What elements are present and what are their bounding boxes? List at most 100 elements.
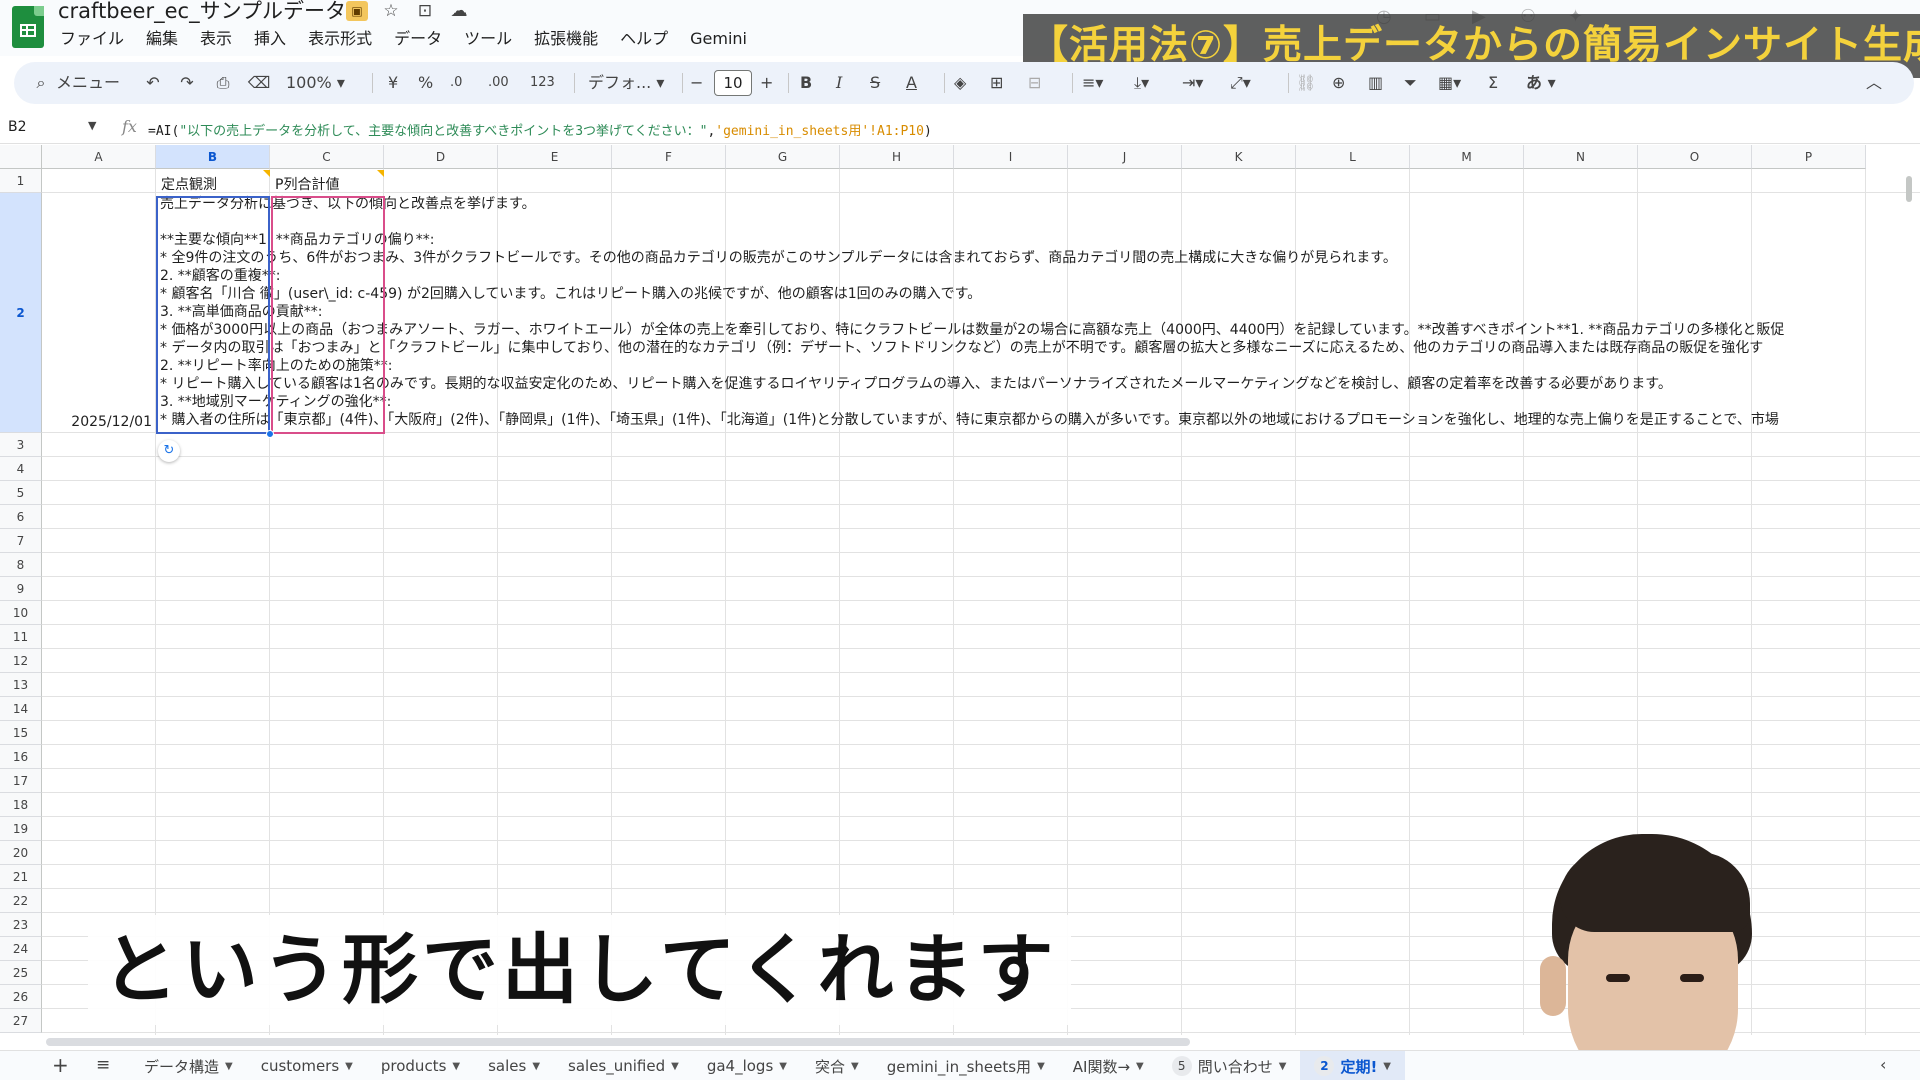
chevron-down-icon[interactable]: ▼: [1279, 1061, 1287, 1072]
sheet-tab[interactable]: 2 定期! ▼: [1300, 1051, 1405, 1080]
row-header-16[interactable]: 16: [0, 745, 42, 769]
filter-icon[interactable]: ⏷: [1404, 62, 1417, 104]
insert-chart-icon[interactable]: ▥: [1368, 62, 1383, 104]
menu-data[interactable]: データ: [383, 28, 453, 50]
column-header-b[interactable]: B: [156, 145, 270, 169]
column-header-g[interactable]: G: [726, 145, 840, 169]
input-tools-button[interactable]: あ ▾: [1526, 62, 1556, 104]
sheet-tab[interactable]: データ構造 ▼: [130, 1051, 247, 1080]
menu-edit[interactable]: 編集: [135, 28, 189, 50]
sheet-tab[interactable]: products ▼: [367, 1051, 474, 1080]
sheet-tab[interactable]: 突合 ▼: [801, 1051, 873, 1080]
chevron-down-icon[interactable]: ▼: [225, 1061, 233, 1072]
fill-handle[interactable]: [266, 430, 274, 438]
column-header-h[interactable]: H: [840, 145, 954, 169]
sheet-tab[interactable]: customers ▼: [247, 1051, 367, 1080]
row-header-20[interactable]: 20: [0, 841, 42, 865]
menu-view[interactable]: 表示: [189, 28, 243, 50]
column-header-j[interactable]: J: [1068, 145, 1182, 169]
vertical-scrollbar[interactable]: [1906, 176, 1912, 202]
row-header-12[interactable]: 12: [0, 649, 42, 673]
sheet-tab[interactable]: gemini_in_sheets用 ▼: [873, 1051, 1059, 1080]
cloud-status-icon[interactable]: ☁: [448, 1, 470, 21]
text-wrap-icon[interactable]: ⇥▾: [1182, 62, 1203, 104]
print-icon[interactable]: ⎙: [208, 62, 238, 104]
text-color-button[interactable]: A: [906, 62, 917, 104]
vertical-align-icon[interactable]: ⤓▾: [1134, 62, 1149, 104]
row-header-10[interactable]: 10: [0, 601, 42, 625]
collapse-toolbar-icon[interactable]: ︿: [1866, 62, 1882, 104]
font-size-increase-icon[interactable]: +: [760, 62, 773, 104]
font-size-input[interactable]: 10: [714, 70, 752, 96]
formula-input[interactable]: =AI("以下の売上データを分析して、主要な傾向と改善すべきポイントを3つ挙げて…: [148, 120, 932, 139]
cell-b1[interactable]: 定点観測: [161, 174, 217, 194]
row-header-15[interactable]: 15: [0, 721, 42, 745]
menu-format[interactable]: 表示形式: [297, 28, 383, 50]
chevron-down-icon[interactable]: ▼: [1037, 1061, 1045, 1072]
row-header-9[interactable]: 9: [0, 577, 42, 601]
menu-search[interactable]: ⌕ メニュー: [26, 62, 121, 104]
all-sheets-icon[interactable]: ≡: [96, 1055, 110, 1075]
insert-comment-icon[interactable]: ⊕: [1332, 62, 1345, 104]
font-size-decrease-icon[interactable]: −: [690, 62, 703, 104]
filter-views-icon[interactable]: ▦▾: [1438, 62, 1461, 104]
menu-insert[interactable]: 挿入: [243, 28, 297, 50]
number-format-button[interactable]: 123: [530, 62, 555, 104]
chevron-down-icon[interactable]: ▼: [452, 1061, 460, 1072]
menu-file[interactable]: ファイル: [60, 28, 135, 50]
row-header-8[interactable]: 8: [0, 553, 42, 577]
column-header-c[interactable]: C: [270, 145, 384, 169]
chevron-down-icon[interactable]: ▼: [779, 1061, 787, 1072]
row-header-11[interactable]: 11: [0, 625, 42, 649]
menu-help[interactable]: ヘルプ: [609, 28, 679, 50]
column-header-k[interactable]: K: [1182, 145, 1296, 169]
menu-extensions[interactable]: 拡張機能: [523, 28, 609, 50]
column-header-i[interactable]: I: [954, 145, 1068, 169]
add-sheet-icon[interactable]: +: [52, 1053, 69, 1077]
row-header-18[interactable]: 18: [0, 793, 42, 817]
horizontal-scrollbar[interactable]: [46, 1038, 1190, 1046]
name-box[interactable]: B2: [8, 119, 27, 135]
move-folder-icon[interactable]: ⊡: [414, 1, 436, 21]
column-header-f[interactable]: F: [612, 145, 726, 169]
functions-icon[interactable]: Σ: [1488, 62, 1498, 104]
menu-gemini[interactable]: Gemini: [679, 28, 758, 50]
chevron-down-icon[interactable]: ▼: [851, 1061, 859, 1072]
column-header-l[interactable]: L: [1296, 145, 1410, 169]
cell-c1[interactable]: P列合計値: [275, 174, 339, 194]
row-header-26[interactable]: 26: [0, 985, 42, 1009]
chevron-down-icon[interactable]: ▼: [532, 1061, 540, 1072]
column-header-p[interactable]: P: [1752, 145, 1866, 169]
row-header-19[interactable]: 19: [0, 817, 42, 841]
chevron-down-icon[interactable]: ▼: [1383, 1061, 1391, 1072]
text-rotation-icon[interactable]: ⤢▾: [1230, 62, 1251, 104]
fill-color-icon[interactable]: ◈: [954, 62, 966, 104]
horizontal-align-icon[interactable]: ≡▾: [1082, 62, 1103, 104]
row-header-24[interactable]: 24: [0, 937, 42, 961]
zoom-select[interactable]: 100% ▾: [286, 62, 345, 104]
sheet-tab[interactable]: ga4_logs ▼: [693, 1051, 801, 1080]
column-header-a[interactable]: A: [42, 145, 156, 169]
document-title[interactable]: craftbeer_ec_サンプルデータ: [58, 0, 346, 22]
row-header-3[interactable]: 3: [0, 433, 42, 457]
row-header-2[interactable]: 2: [0, 193, 42, 433]
increase-decimal-button[interactable]: .00: [488, 62, 509, 104]
column-header-o[interactable]: O: [1638, 145, 1752, 169]
column-header-m[interactable]: M: [1410, 145, 1524, 169]
strikethrough-icon[interactable]: S: [870, 62, 880, 104]
row-header-13[interactable]: 13: [0, 673, 42, 697]
column-header-e[interactable]: E: [498, 145, 612, 169]
borders-icon[interactable]: ⊞: [990, 62, 1003, 104]
paint-format-icon[interactable]: ⌫: [244, 62, 274, 104]
currency-button[interactable]: ¥: [388, 62, 398, 104]
font-select[interactable]: デフォ... ▾: [588, 62, 664, 104]
row-header-4[interactable]: 4: [0, 457, 42, 481]
insert-link-icon[interactable]: ⛓: [1296, 62, 1316, 104]
chevron-down-icon[interactable]: ▼: [345, 1061, 353, 1072]
refresh-icon[interactable]: ↻: [158, 440, 180, 462]
folder-badge-icon[interactable]: ▣: [346, 1, 368, 21]
menu-tools[interactable]: ツール: [453, 28, 523, 50]
scroll-tabs-left-icon[interactable]: ‹: [1880, 1055, 1886, 1074]
chevron-down-icon[interactable]: ▼: [671, 1061, 679, 1072]
row-header-6[interactable]: 6: [0, 505, 42, 529]
